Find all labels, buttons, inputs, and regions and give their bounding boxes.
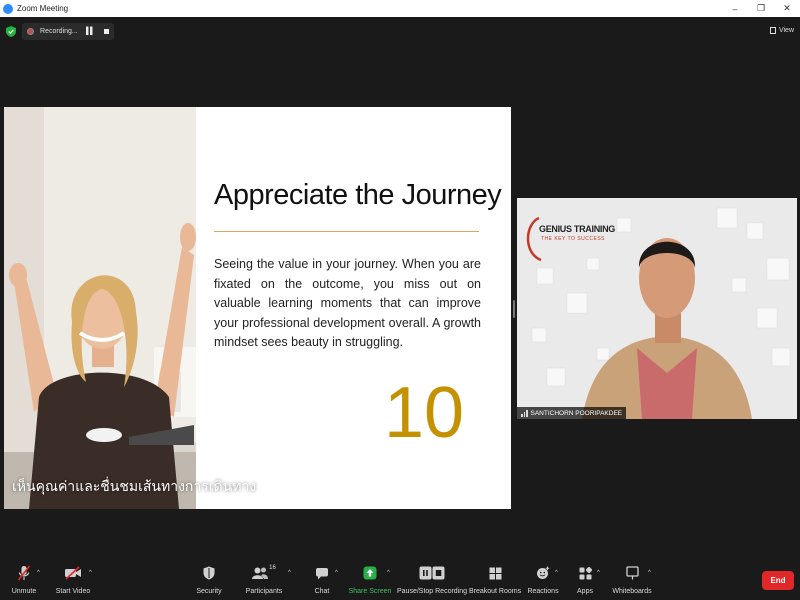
reactions-options-caret[interactable]: ^ — [555, 570, 558, 576]
participant-count: 16 — [269, 565, 276, 571]
share-screen-arrow-icon — [363, 566, 377, 580]
zoom-logo-icon — [3, 3, 13, 14]
slide-title: Appreciate the Journey — [214, 179, 502, 211]
recording-label: Recording... — [40, 28, 78, 35]
video-options-caret[interactable]: ^ — [89, 570, 92, 576]
unmute-button[interactable]: Unmute — [10, 564, 38, 598]
view-button[interactable]: View — [769, 24, 794, 36]
speaker-name-tag: SANTICHORN POORIPAKDEE — [517, 407, 627, 419]
pause-stop-recording-icon — [419, 566, 445, 580]
audio-options-caret[interactable]: ^ — [37, 570, 40, 576]
minimize-button[interactable]: – — [722, 0, 748, 17]
slide-title-underline — [214, 231, 479, 232]
unmute-label: Unmute — [11, 588, 37, 595]
speaker-name: SANTICHORN POORIPAKDEE — [530, 409, 623, 417]
muted-microphone-icon — [17, 565, 31, 581]
participants-label: Participants — [245, 588, 283, 595]
slide-thai-caption: เห็นคุณค่าและชื่นชมเส้นทางการเดินทาง — [12, 478, 257, 494]
whiteboards-options-caret[interactable]: ^ — [648, 570, 651, 576]
apps-options-caret[interactable]: ^ — [597, 570, 600, 576]
brand-tagline: THE KEY TO SUCCESS — [541, 236, 606, 242]
recording-dot-icon — [27, 28, 34, 35]
recording-indicator: Recording... ▌▌ — [22, 23, 114, 40]
security-label: Security — [196, 588, 222, 595]
participants-icon — [252, 567, 269, 579]
restore-button[interactable]: ❐ — [748, 0, 774, 17]
meeting-toolbar: Unmute ^ Start Video ^ Security 16 Parti… — [0, 560, 800, 600]
share-screen-button[interactable]: Share Screen — [348, 564, 392, 598]
view-layout-icon — [769, 26, 776, 34]
whiteboard-icon — [625, 566, 639, 580]
security-shield-icon — [203, 566, 215, 580]
pause-stop-recording-label: Pause/Stop Recording — [396, 588, 468, 595]
pause-stop-recording-button[interactable]: Pause/Stop Recording — [396, 564, 468, 598]
signal-strength-icon — [521, 409, 528, 417]
apps-icon — [579, 566, 592, 579]
view-label: View — [778, 26, 794, 34]
reactions-emoji-icon — [537, 566, 550, 579]
start-video-button[interactable]: Start Video — [55, 564, 91, 598]
slide-photo — [4, 107, 196, 509]
chat-bubble-icon — [316, 567, 328, 579]
chat-options-caret[interactable]: ^ — [335, 570, 338, 576]
stop-recording-icon[interactable] — [103, 29, 109, 34]
brand-title: GENIUS TRAINING — [539, 224, 616, 234]
slide-number: 10 — [384, 373, 465, 453]
apps-label: Apps — [577, 588, 593, 595]
apps-button[interactable]: Apps — [576, 564, 594, 598]
share-options-caret[interactable]: ^ — [387, 570, 390, 576]
reactions-label: Reactions — [527, 588, 559, 595]
close-button[interactable]: ✕ — [774, 0, 800, 17]
window-title-bar: Zoom Meeting – ❐ ✕ — [0, 0, 800, 17]
speaker-video-tile[interactable]: GENIUS TRAINING THE KEY TO SUCCESS SANTI… — [517, 198, 797, 419]
encryption-shield-icon[interactable] — [6, 26, 16, 37]
video-off-icon — [65, 566, 81, 580]
panel-resize-handle[interactable] — [513, 300, 515, 318]
chat-label: Chat — [314, 588, 330, 595]
start-video-label: Start Video — [55, 588, 91, 595]
whiteboards-label: Whiteboards — [612, 588, 652, 595]
shared-screen-slide: Appreciate the Journey Seeing the value … — [4, 107, 511, 509]
celebrating-woman-image — [4, 107, 196, 509]
participants-options-caret[interactable]: ^ — [288, 570, 291, 576]
share-screen-label: Share Screen — [348, 588, 392, 595]
pause-recording-icon[interactable]: ▌▌ — [86, 28, 95, 35]
window-title: Zoom Meeting — [17, 4, 69, 13]
chat-button[interactable]: Chat — [312, 564, 332, 598]
participants-button[interactable]: 16 Participants — [245, 564, 283, 598]
end-meeting-button[interactable]: End — [762, 571, 794, 590]
slide-body-text: Seeing the value in your journey. When y… — [214, 257, 481, 349]
breakout-rooms-icon — [489, 567, 501, 579]
reactions-button[interactable]: Reactions — [527, 564, 559, 598]
breakout-rooms-button[interactable]: Breakout Rooms — [468, 564, 522, 598]
whiteboards-button[interactable]: Whiteboards — [612, 564, 652, 598]
security-button[interactable]: Security — [196, 564, 222, 598]
breakout-rooms-label: Breakout Rooms — [468, 588, 522, 595]
